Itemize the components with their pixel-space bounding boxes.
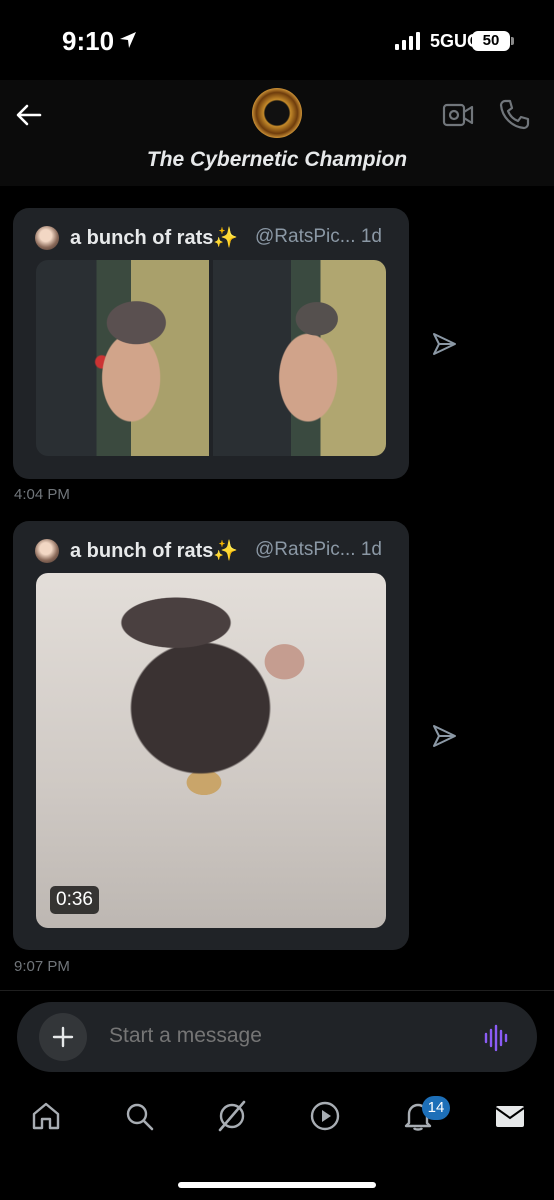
search-icon[interactable] <box>123 1100 155 1132</box>
author-avatar <box>35 539 59 563</box>
post-header: a bunch of rats✨ @RatsPic... 1d <box>35 537 405 563</box>
share-send-icon[interactable] <box>430 722 458 750</box>
video-call-icon[interactable] <box>442 100 474 130</box>
post-photo-2[interactable] <box>213 260 386 456</box>
add-attachment-button[interactable] <box>39 1013 87 1061</box>
message-composer <box>17 1002 537 1072</box>
battery-icon: 50 <box>472 31 510 51</box>
author-avatar <box>35 226 59 250</box>
post-header: a bunch of rats✨ @RatsPic... 1d <box>35 224 405 250</box>
video-duration: 0:36 <box>50 886 99 914</box>
group-avatar[interactable] <box>252 88 302 138</box>
post-author: a bunch of rats✨ <box>70 227 239 249</box>
voice-message-icon[interactable] <box>483 1024 511 1052</box>
post-video[interactable]: 0:36 <box>36 573 386 928</box>
message-input[interactable] <box>109 1024 429 1048</box>
shared-post-card[interactable]: a bunch of rats✨ @RatsPic... 1d 0:36 <box>13 521 409 950</box>
video-play-icon[interactable] <box>309 1100 341 1132</box>
notification-badge: 14 <box>422 1096 450 1120</box>
signal-bars-icon <box>395 32 420 50</box>
plus-icon <box>52 1026 74 1048</box>
conversation-header: The Cybernetic Champion <box>0 80 554 186</box>
message-timestamp: 9:07 PM <box>14 958 70 975</box>
status-time: 9:10 <box>62 26 115 56</box>
location-arrow-icon <box>120 32 136 48</box>
conversation-title[interactable]: The Cybernetic Champion <box>0 148 554 172</box>
home-indicator[interactable] <box>178 1182 376 1188</box>
back-arrow-icon[interactable] <box>14 100 44 130</box>
home-icon[interactable] <box>30 1100 62 1132</box>
post-handle: @RatsPic... 1d <box>255 539 382 560</box>
share-send-icon[interactable] <box>430 330 458 358</box>
divider <box>0 990 554 991</box>
phone-call-icon[interactable] <box>498 98 530 130</box>
grok-icon[interactable] <box>216 1100 248 1132</box>
status-bar: 9:10 5GUC 50 <box>0 0 554 80</box>
post-handle: @RatsPic... 1d <box>255 226 382 247</box>
post-author: a bunch of rats✨ <box>70 540 239 562</box>
message-timestamp: 4:04 PM <box>14 486 70 503</box>
battery-tip <box>511 37 514 45</box>
shared-post-card[interactable]: a bunch of rats✨ @RatsPic... 1d <box>13 208 409 479</box>
post-photo-1[interactable] <box>36 260 209 456</box>
messages-icon[interactable] <box>494 1100 526 1132</box>
